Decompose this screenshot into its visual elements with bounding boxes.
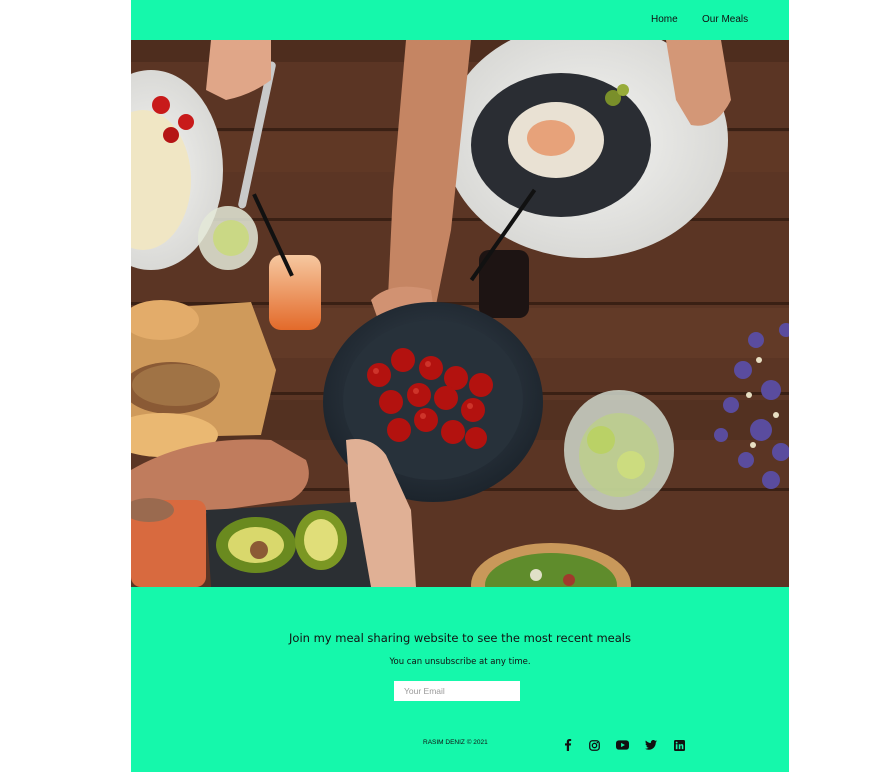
navbar: Home Our Meals [131,0,789,40]
newsletter-subtext: You can unsubscribe at any time. [389,657,531,667]
newsletter-section: Join my meal sharing website to see the … [131,587,789,772]
linkedin-icon[interactable] [672,738,686,752]
copyright-text: RASIM DENIZ © 2021 [423,739,488,746]
newsletter-headline: Join my meal sharing website to see the … [289,631,631,645]
instagram-icon[interactable] [587,738,601,752]
email-input[interactable] [394,681,520,701]
twitter-icon[interactable] [644,738,658,752]
nav-our-meals-link[interactable]: Our Meals [702,14,748,25]
facebook-icon[interactable] [561,738,575,752]
youtube-icon[interactable] [615,738,629,752]
page: Home Our Meals Join my meal sharing webs… [131,0,789,772]
hero-image [131,40,789,587]
nav-home-link[interactable]: Home [651,14,678,25]
